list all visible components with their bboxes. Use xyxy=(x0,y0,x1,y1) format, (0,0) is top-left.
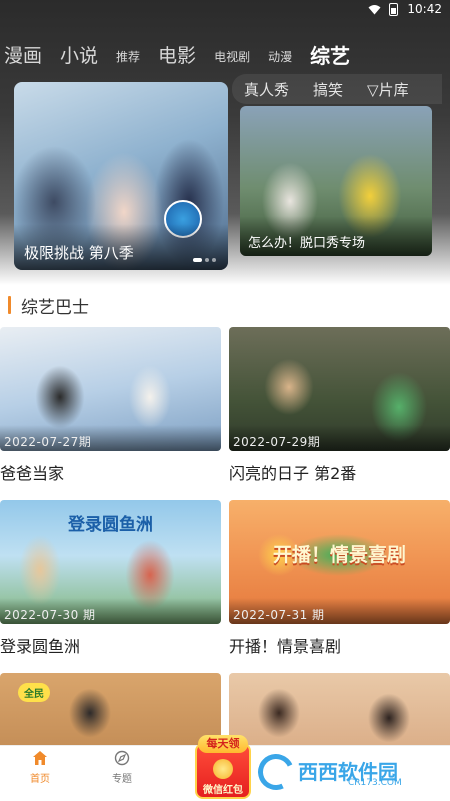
tab-novels[interactable]: 小说 xyxy=(51,47,107,66)
watermark-subtext: CR173.COM xyxy=(348,778,402,788)
show-title[interactable]: 闪亮的日子 第2番 xyxy=(229,460,450,483)
watermark-logo-icon xyxy=(252,748,300,796)
show-card[interactable]: 2022-07-29期 闪亮的日子 第2番 xyxy=(229,327,450,483)
tab-comics[interactable]: 漫画 xyxy=(0,47,51,66)
episode-label: 2022-07-29期 xyxy=(229,425,450,451)
show-title[interactable]: 登录圆鱼洲 xyxy=(0,633,221,656)
episode-label: 2022-07-27期 xyxy=(0,425,221,451)
nav-home-label: 首页 xyxy=(30,774,50,785)
watermark: 西西软件园 CR173.COM xyxy=(252,748,438,796)
red-packet-label: 微信红包 xyxy=(203,785,243,796)
section-accent-bar xyxy=(8,296,11,314)
show-banner-text: 登录圆鱼洲 xyxy=(68,515,153,535)
nav-topic-label: 专题 xyxy=(112,774,132,785)
show-thumbnail[interactable]: 2022-07-27期 xyxy=(0,327,221,451)
wechat-red-packet-button[interactable]: 每天领 微信红包 xyxy=(190,735,256,801)
show-thumbnail[interactable]: 2022-07-29期 xyxy=(229,327,450,451)
show-card[interactable]: 开播！情景喜剧 2022-07-31 期 开播！情景喜剧 xyxy=(229,500,450,656)
show-card[interactable]: 登录圆鱼洲 2022-07-30 期 登录圆鱼洲 xyxy=(0,500,221,656)
featured-banner-main[interactable]: 极限挑战 第八季 xyxy=(14,82,228,270)
tab-anime[interactable]: 动漫 xyxy=(259,51,301,66)
category-tabs: 漫画 小说 推荐 电影 电视剧 动漫 综艺 xyxy=(0,30,450,66)
coin-icon xyxy=(213,759,233,779)
nav-home[interactable]: 首页 xyxy=(10,750,70,785)
tab-recommend[interactable]: 推荐 xyxy=(107,51,149,66)
clock: 10:42 xyxy=(407,2,442,16)
wifi-icon xyxy=(368,5,381,15)
nav-topic[interactable]: 专题 xyxy=(92,750,152,785)
status-bar: 10:42 xyxy=(0,0,450,20)
battery-icon xyxy=(389,3,398,16)
featured-main-title: 极限挑战 第八季 xyxy=(14,224,228,270)
section-header: 综艺巴士 xyxy=(8,294,89,318)
carousel-indicator xyxy=(193,258,216,262)
compass-icon xyxy=(114,750,130,766)
episode-label: 2022-07-30 期 xyxy=(0,598,221,624)
show-logo-icon: 全民 xyxy=(18,683,50,702)
featured-banner-side[interactable]: 怎么办！脱口秀专场 xyxy=(240,106,432,256)
section-title: 综艺巴士 xyxy=(21,297,89,318)
subtab-comedy[interactable]: 搞笑 xyxy=(301,79,355,100)
sub-category-tabs: 真人秀 搞笑 ▽片库 xyxy=(232,74,442,104)
carousel-dot xyxy=(212,258,216,262)
featured-side-title: 怎么办！脱口秀专场 xyxy=(240,216,432,256)
show-title[interactable]: 开播！情景喜剧 xyxy=(229,633,450,656)
carousel-dot xyxy=(193,258,202,262)
subtab-reality[interactable]: 真人秀 xyxy=(232,79,301,100)
show-card[interactable]: 2022-07-27期 爸爸当家 xyxy=(0,327,221,483)
home-icon xyxy=(33,751,47,765)
subtab-library[interactable]: ▽片库 xyxy=(355,79,421,100)
tab-variety[interactable]: 综艺 xyxy=(301,46,359,66)
tab-tv-series[interactable]: 电视剧 xyxy=(205,51,259,66)
show-thumbnail[interactable]: 登录圆鱼洲 2022-07-30 期 xyxy=(0,500,221,624)
episode-label: 2022-07-31 期 xyxy=(229,598,450,624)
show-banner-text: 开播！情景喜剧 xyxy=(272,544,406,566)
carousel-dot xyxy=(205,258,209,262)
show-thumbnail[interactable]: 开播！情景喜剧 2022-07-31 期 xyxy=(229,500,450,624)
tab-movies[interactable]: 电影 xyxy=(149,47,205,66)
red-packet-top-label: 每天领 xyxy=(198,735,248,753)
show-title[interactable]: 爸爸当家 xyxy=(0,460,221,483)
